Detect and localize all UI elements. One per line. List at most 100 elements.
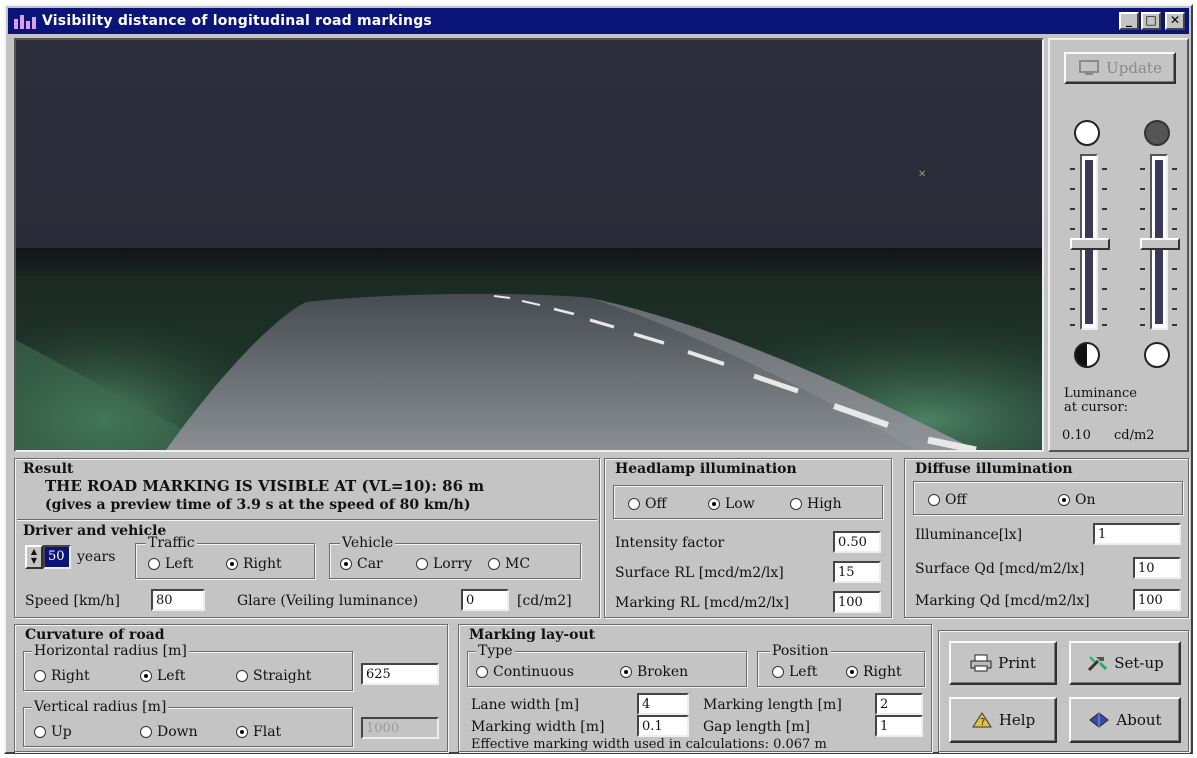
luminance-slider-right-thumb[interactable]: [1140, 238, 1180, 250]
luminance-slider-left-thumb[interactable]: [1070, 238, 1110, 250]
result-line-2: (gives a preview time of 3.9 s at the sp…: [45, 497, 471, 513]
window-title: Visibility distance of longitudinal road…: [42, 13, 432, 29]
horizontal-right-radio[interactable]: Right: [34, 668, 90, 684]
luminance-panel: Update Luminance at cursor: 0.10 cd/m2: [1048, 38, 1189, 452]
marking-layout-title: Marking lay-out: [469, 627, 596, 643]
vertical-up-radio[interactable]: Up: [34, 724, 72, 740]
result-driver-panel: Result THE ROAD MARKING IS VISIBLE AT (V…: [14, 458, 600, 618]
about-button[interactable]: About: [1069, 697, 1181, 743]
diffuse-on-radio[interactable]: On: [1058, 492, 1096, 508]
marking-rl-label: Marking RL [mcd/m2/lx]: [615, 595, 790, 611]
horizontal-left-radio[interactable]: Left: [140, 668, 185, 684]
dark-background-icon[interactable]: [1144, 120, 1170, 146]
age-spin-button[interactable]: ▲ ▼: [25, 545, 43, 569]
type-broken-label: Broken: [637, 664, 689, 680]
help-icon: ?: [971, 712, 992, 728]
headlamp-off-radio[interactable]: Off: [628, 496, 666, 512]
illuminance-field[interactable]: 1: [1093, 523, 1181, 545]
years-label: years: [77, 549, 116, 565]
vertical-up-label: Up: [51, 724, 72, 740]
type-broken-radio[interactable]: Broken: [620, 664, 688, 680]
contrast-half-icon[interactable]: [1074, 342, 1100, 368]
vertical-radius-label: Vertical radius [m]: [32, 699, 169, 715]
horizontal-radius-field[interactable]: 625: [361, 663, 439, 685]
vertical-up-dot: [34, 726, 46, 738]
title-bar[interactable]: Visibility distance of longitudinal road…: [8, 8, 1189, 34]
vehicle-car-radio[interactable]: Car: [340, 556, 383, 572]
position-right-radio[interactable]: Right: [846, 664, 902, 680]
update-button[interactable]: Update: [1064, 52, 1176, 84]
intensity-label: Intensity factor: [615, 535, 725, 551]
speed-field[interactable]: 80: [151, 589, 205, 611]
headlamp-high-label: High: [807, 496, 842, 512]
light-background-icon[interactable]: [1074, 120, 1100, 146]
vertical-flat-dot: [236, 726, 248, 738]
setup-button[interactable]: Set-up: [1069, 641, 1181, 685]
marking-qd-field[interactable]: 100: [1133, 589, 1181, 611]
position-left-radio[interactable]: Left: [772, 664, 817, 680]
type-continuous-label: Continuous: [493, 664, 574, 680]
print-label: Print: [998, 654, 1036, 672]
diamond-icon: [1089, 712, 1110, 728]
horizontal-left-label: Left: [157, 668, 186, 684]
vehicle-car-dot: [340, 558, 352, 570]
vertical-down-radio[interactable]: Down: [140, 724, 198, 740]
minimize-button[interactable]: _: [1119, 12, 1139, 30]
tools-icon: [1088, 656, 1108, 672]
marking-width-field[interactable]: 0.1: [637, 715, 689, 737]
diffuse-off-dot: [928, 494, 940, 506]
surface-rl-label: Surface RL [mcd/m2/lx]: [615, 565, 784, 581]
update-label: Update: [1106, 59, 1162, 77]
headlamp-low-label: Low: [725, 496, 755, 512]
marking-length-field[interactable]: 2: [875, 693, 923, 715]
vehicle-mc-radio[interactable]: MC: [488, 556, 530, 572]
surface-qd-field[interactable]: 10: [1133, 557, 1181, 579]
headlamp-high-dot: [790, 498, 802, 510]
surface-rl-field[interactable]: 15: [833, 561, 881, 583]
vehicle-lorry-dot: [416, 558, 428, 570]
at-cursor-label: at cursor:: [1064, 400, 1129, 415]
monitor-icon: [1079, 60, 1100, 75]
vertical-flat-radio[interactable]: Flat: [236, 724, 281, 740]
svg-text:?: ?: [980, 717, 985, 728]
marking-rl-field[interactable]: 100: [833, 591, 881, 613]
type-continuous-radio[interactable]: Continuous: [476, 664, 574, 680]
traffic-right-label: Right: [243, 556, 282, 572]
print-button[interactable]: Print: [949, 641, 1057, 685]
age-field[interactable]: 50: [43, 545, 71, 569]
diffuse-off-label: Off: [945, 492, 967, 508]
headlamp-low-radio[interactable]: Low: [708, 496, 755, 512]
vertical-down-label: Down: [157, 724, 198, 740]
gap-length-label: Gap length [m]: [703, 719, 810, 735]
close-button[interactable]: ✕: [1165, 12, 1185, 30]
lane-width-field[interactable]: 4: [637, 693, 689, 715]
intensity-field[interactable]: 0.50: [833, 531, 881, 553]
diffuse-title: Diffuse illumination: [915, 461, 1073, 477]
vertical-radius-field[interactable]: 1000: [361, 717, 439, 739]
marking-type-label: Type: [476, 643, 515, 659]
vehicle-label: Vehicle: [340, 535, 396, 551]
glare-unit: [cd/m2]: [517, 593, 572, 609]
road-view[interactable]: ✕: [14, 38, 1044, 452]
svg-text:✕: ✕: [918, 169, 926, 180]
contrast-empty-icon[interactable]: [1144, 342, 1170, 368]
glare-field[interactable]: 0: [461, 589, 509, 611]
gap-length-field[interactable]: 1: [875, 715, 923, 737]
horizontal-left-dot: [140, 670, 152, 682]
marking-length-label: Marking length [m]: [703, 697, 842, 713]
traffic-right-radio[interactable]: Right: [226, 556, 282, 572]
traffic-right-dot: [226, 558, 238, 570]
luminance-unit: cd/m2: [1114, 428, 1155, 443]
horizontal-straight-radio[interactable]: Straight: [236, 668, 311, 684]
headlamp-off-label: Off: [645, 496, 667, 512]
headlamp-high-radio[interactable]: High: [790, 496, 842, 512]
maximize-button[interactable]: □: [1141, 12, 1161, 30]
headlamp-mode-group: Off Low High: [613, 485, 883, 519]
vehicle-mc-dot: [488, 558, 500, 570]
traffic-left-radio[interactable]: Left: [148, 556, 193, 572]
diffuse-off-radio[interactable]: Off: [928, 492, 966, 508]
vehicle-lorry-radio[interactable]: Lorry: [416, 556, 472, 572]
help-label: Help: [998, 711, 1036, 729]
help-button[interactable]: ? Help: [949, 697, 1057, 743]
app-icon: [14, 13, 36, 29]
